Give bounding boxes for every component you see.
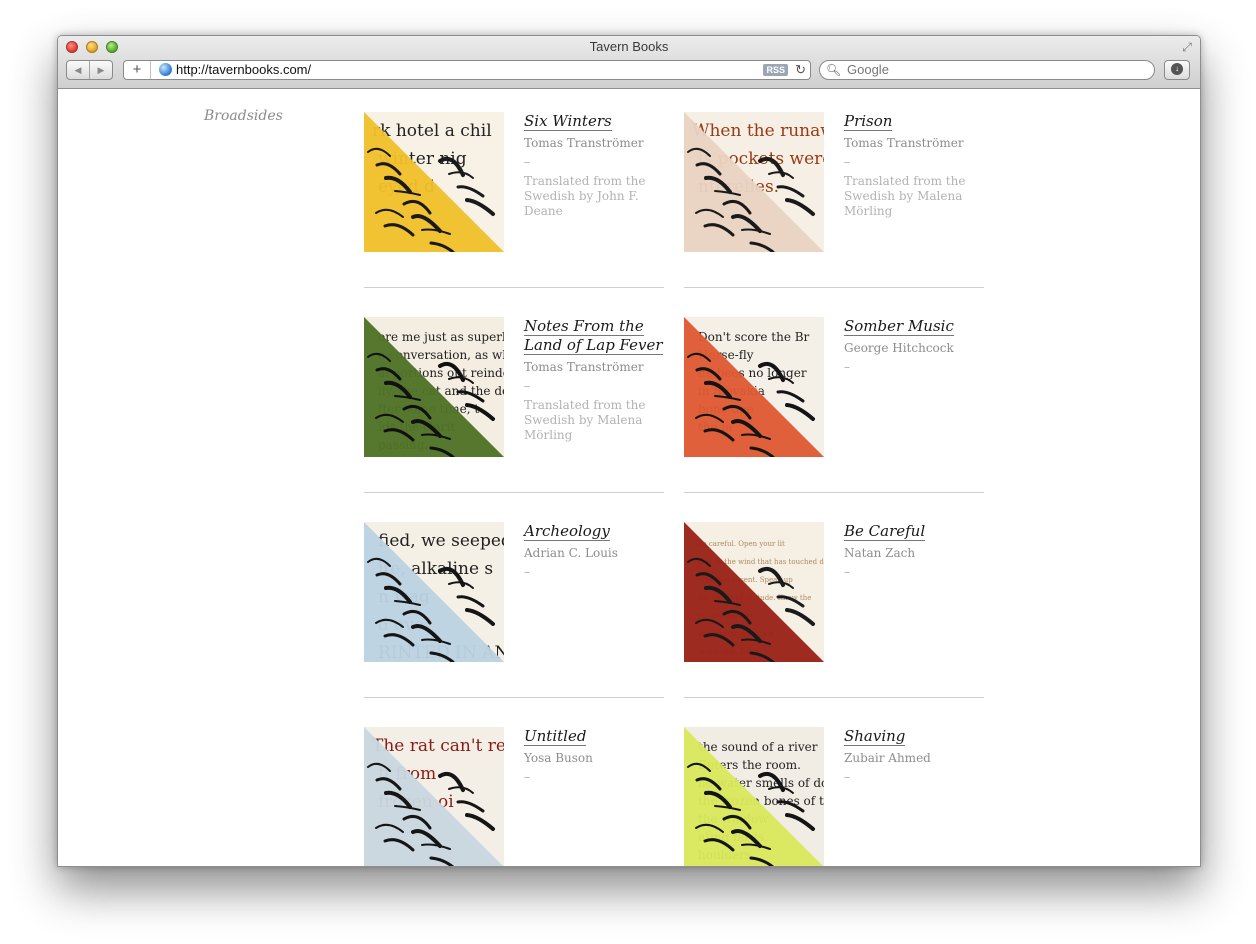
- broadside-thumbnail[interactable]: the sound of a riverEnters the room.he w…: [684, 727, 824, 866]
- broadside-details: Notes From the Land of Lap Fever Tomas Tr…: [524, 317, 669, 443]
- divider: [684, 287, 984, 288]
- broadside-author: Tomas Tranströmer: [524, 360, 644, 374]
- broadside-details: Six Winters Tomas Tranströmer – Translated …: [524, 112, 669, 219]
- broadside-entry: rk hotel a chil winter nig eyed d Six Win…: [364, 89, 664, 287]
- thumbnail-text-line: fied, we seeped: [378, 531, 504, 551]
- broadside-details: Prison Tomas Tranströmer – Translated from …: [844, 112, 989, 219]
- divider: [364, 492, 664, 493]
- translation-note: Translated from the Swedish by John F. D…: [524, 174, 646, 218]
- rss-button[interactable]: RSS: [763, 64, 788, 76]
- broadside-thumbnail[interactable]: The rat can't resistff fromfrozen oi: [364, 727, 504, 866]
- broadside-author: Yosa Buson: [524, 751, 593, 765]
- broadside-thumbnail[interactable]: ore me just as superbly and obvia conver…: [364, 317, 504, 457]
- downloads-button[interactable]: ↓: [1164, 60, 1190, 80]
- section-label[interactable]: Broadsides: [204, 108, 283, 124]
- broadside-title-link[interactable]: Notes From the Land of Lap Fever: [524, 317, 663, 355]
- broadside-entry: ore me just as superbly and obvia conver…: [364, 287, 664, 492]
- broadside-title-link[interactable]: Somber Music: [844, 317, 954, 336]
- broadside-thumbnail[interactable]: be careful. Open your litonly to the win…: [684, 522, 824, 662]
- globe-icon: [159, 63, 172, 76]
- page-content: Broadsides rk hotel a chil winter nig ey…: [58, 89, 1200, 866]
- broadside-entry: The rat can't resistff fromfrozen oi Unti…: [364, 697, 664, 866]
- download-icon: ↓: [1171, 63, 1183, 75]
- back-button[interactable]: ◀: [67, 61, 90, 79]
- broadside-author: Tomas Tranströmer: [844, 136, 964, 150]
- forward-button[interactable]: ▶: [90, 61, 112, 79]
- divider: [684, 492, 984, 493]
- nav-buttons: ◀ ▶: [66, 60, 113, 80]
- broadside-thumbnail[interactable]: When the runawayis pockets were funterel…: [684, 112, 824, 252]
- divider: [364, 697, 664, 698]
- broadside-author: George Hitchcock: [844, 341, 954, 355]
- separator-dash: –: [844, 565, 850, 579]
- window-title: Tavern Books: [589, 39, 669, 54]
- address-bar[interactable]: + http://tavernbooks.com/ RSS ↻: [123, 60, 811, 80]
- thumbnail-text-line: ore me just as superbly and obvi: [378, 330, 504, 344]
- broadside-details: Somber Music George Hitchcock –: [844, 317, 989, 375]
- browser-window: Tavern Books ⤢ ◀ ▶ + http://tavernbooks.…: [57, 35, 1201, 867]
- translation-note: Translated from the Swedish by Malena Mö…: [524, 398, 646, 442]
- broadside-entry: When the runawayis pockets were funterel…: [684, 89, 984, 287]
- broadside-author: Tomas Tranströmer: [524, 136, 644, 150]
- separator-dash: –: [524, 770, 530, 784]
- thumbnail-text-line: The rat can't resist: [372, 736, 504, 756]
- url-field[interactable]: http://tavernbooks.com/: [176, 62, 311, 78]
- broadside-thumbnail[interactable]: rk hotel a chil winter nig eyed d: [364, 112, 504, 252]
- separator-dash: –: [844, 770, 850, 784]
- separator-dash: –: [844, 155, 850, 169]
- separator-dash: –: [524, 155, 530, 169]
- broadside-entry: fied, we seepedite, alkaline sn wagd ove…: [364, 492, 664, 697]
- search-placeholder: Google: [847, 62, 889, 77]
- divider: [364, 287, 664, 288]
- broadside-entry: be careful. Open your litonly to the win…: [684, 492, 984, 697]
- divider: [684, 697, 984, 698]
- thumbnail-text-line: When the runaway: [692, 121, 824, 141]
- broadside-title-link[interactable]: Be Careful: [844, 522, 926, 541]
- broadside-thumbnail[interactable]: fied, we seepedite, alkaline sn wagd ove…: [364, 522, 504, 662]
- broadside-details: Be Careful Natan Zach –: [844, 522, 989, 580]
- broadside-title-link[interactable]: Archeology: [524, 522, 610, 541]
- broadside-author: Zubair Ahmed: [844, 751, 931, 765]
- thumbnail-text-line: be careful. Open your lit: [698, 540, 785, 548]
- translation-note: Translated from the Swedish by Malena Mö…: [844, 174, 966, 218]
- separator-dash: –: [524, 379, 530, 393]
- broadside-title-link[interactable]: Prison: [844, 112, 893, 131]
- browser-toolbar: Tavern Books ⤢ ◀ ▶ + http://tavernbooks.…: [58, 36, 1200, 89]
- broadside-author: Natan Zach: [844, 546, 916, 560]
- fullscreen-icon[interactable]: ⤢: [1180, 40, 1194, 54]
- broadside-author: Adrian C. Louis: [524, 546, 618, 560]
- separator-dash: –: [524, 565, 530, 579]
- broadside-entry: the sound of a riverEnters the room.he w…: [684, 697, 984, 866]
- thumbnail-text-line: Don't score the Br: [698, 330, 810, 344]
- separator-dash: –: [844, 360, 850, 374]
- broadside-details: Archeology Adrian C. Louis –: [524, 522, 669, 580]
- broadside-details: Shaving Zubair Ahmed –: [844, 727, 989, 785]
- broadside-title-link[interactable]: Untitled: [524, 727, 587, 746]
- search-field[interactable]: 🔍︎ Google: [819, 60, 1155, 80]
- add-bookmark-button[interactable]: +: [124, 61, 151, 79]
- broadside-details: Untitled Yosa Buson –: [524, 727, 669, 785]
- search-icon[interactable]: 🔍︎: [826, 62, 841, 78]
- broadside-entry: Don't score the Br Horse-fly he bees no lo…: [684, 287, 984, 492]
- broadside-title-link[interactable]: Six Winters: [524, 112, 612, 131]
- reload-icon[interactable]: ↻: [795, 62, 806, 78]
- thumbnail-text-line: the sound of a river: [698, 740, 818, 754]
- broadside-thumbnail[interactable]: Don't score the Br Horse-fly he bees no lo…: [684, 317, 824, 457]
- broadside-title-link[interactable]: Shaving: [844, 727, 906, 746]
